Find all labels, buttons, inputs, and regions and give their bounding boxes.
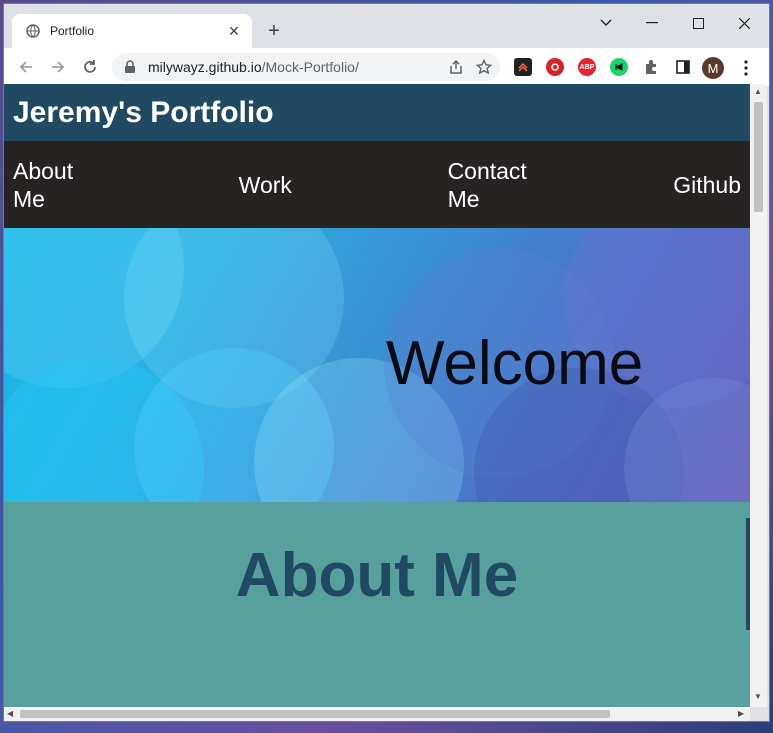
- close-window-button[interactable]: [724, 10, 764, 36]
- tab-strip: Portfolio ✕ +: [4, 4, 769, 48]
- tab-title: Portfolio: [50, 24, 95, 38]
- nav-link-work[interactable]: Work: [239, 171, 292, 199]
- extension-chevron-icon[interactable]: [514, 58, 532, 76]
- site-nav: About Me Work Contact Me Github: [4, 141, 750, 228]
- reload-button[interactable]: [78, 55, 102, 79]
- scroll-left-icon[interactable]: ◀: [7, 709, 13, 718]
- scroll-up-icon[interactable]: ▲: [754, 87, 762, 96]
- extension-red-icon[interactable]: [546, 58, 564, 76]
- address-bar[interactable]: milywayz.github.io/Mock-Portfolio/: [112, 53, 500, 81]
- horizontal-scroll-thumb[interactable]: [20, 710, 610, 718]
- site-title: Jeremy's Portfolio: [13, 95, 274, 129]
- more-menu-icon[interactable]: [738, 57, 754, 79]
- nav-link-contact-me[interactable]: Contact Me: [448, 157, 527, 213]
- extension-green-icon[interactable]: [610, 58, 628, 76]
- nav-link-github[interactable]: Github: [673, 171, 741, 199]
- back-button[interactable]: [14, 55, 38, 79]
- new-tab-button[interactable]: +: [262, 19, 286, 43]
- nav-label: About Me: [13, 157, 74, 212]
- close-tab-icon[interactable]: ✕: [224, 21, 244, 41]
- bookmark-star-icon[interactable]: [472, 55, 496, 79]
- vertical-scroll-thumb[interactable]: [754, 102, 763, 212]
- tab-portfolio[interactable]: Portfolio ✕: [12, 14, 252, 48]
- about-heading: About Me: [235, 541, 519, 610]
- side-panel-icon[interactable]: [674, 58, 692, 76]
- scroll-down-icon[interactable]: ▼: [754, 692, 762, 701]
- share-icon[interactable]: [444, 55, 468, 79]
- nav-label: Github: [673, 171, 741, 198]
- abp-icon[interactable]: ABP: [578, 58, 596, 76]
- scroll-right-icon[interactable]: ▶: [738, 709, 744, 718]
- browser-window: Portfolio ✕ + milywayz.github.io/Mock-Po…: [3, 3, 770, 722]
- extensions-puzzle-icon[interactable]: [642, 58, 660, 76]
- hero-welcome-text: Welcome: [386, 329, 644, 398]
- about-section: About Me: [4, 502, 750, 707]
- forward-button[interactable]: [46, 55, 70, 79]
- hero-banner: Welcome: [4, 228, 750, 502]
- minimize-button[interactable]: [632, 10, 672, 36]
- page-viewport: Jeremy's Portfolio About Me Work Contact…: [4, 84, 750, 707]
- nav-label: Work: [238, 171, 292, 198]
- profile-avatar[interactable]: M: [702, 57, 724, 79]
- browser-toolbar: milywayz.github.io/Mock-Portfolio/ ABP M: [4, 48, 769, 87]
- site-header: Jeremy's Portfolio: [4, 84, 750, 141]
- nav-label: Contact Me: [447, 157, 527, 212]
- tab-search-icon[interactable]: [586, 10, 626, 36]
- nav-link-about-me[interactable]: About Me: [13, 157, 83, 213]
- horizontal-scrollbar[interactable]: ◀ ▶: [4, 707, 750, 721]
- maximize-button[interactable]: [678, 10, 718, 36]
- url-host: milywayz.github.io: [148, 59, 262, 75]
- url-path: /Mock-Portfolio/: [261, 59, 359, 75]
- url-text[interactable]: milywayz.github.io/Mock-Portfolio/: [148, 59, 444, 75]
- vertical-scrollbar[interactable]: ▲ ▼: [750, 84, 767, 707]
- lock-icon[interactable]: [124, 60, 138, 74]
- globe-icon: [26, 24, 40, 38]
